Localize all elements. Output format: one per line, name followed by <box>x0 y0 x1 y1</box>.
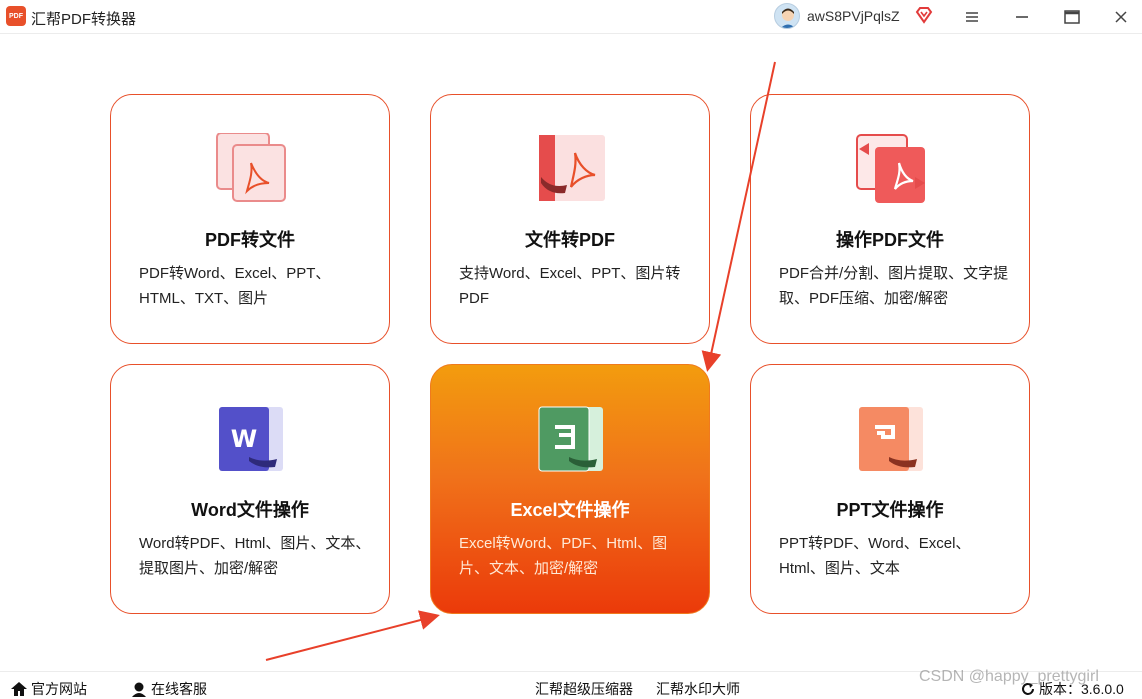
card-description: PDF合并/分割、图片提取、文字提取、PDF压缩、加密/解密 <box>779 265 1009 307</box>
online-service-label: 在线客服 <box>151 681 207 697</box>
pdf-icon <box>215 132 287 205</box>
card-file-to-pdf[interactable]: 文件转PDF 支持Word、Excel、PPT、图片转PDF <box>430 94 710 344</box>
card-title: 操作PDF文件 <box>836 230 944 250</box>
app-logo: PDF <box>6 6 26 26</box>
official-site-link[interactable]: 官方网站 <box>10 679 87 699</box>
card-description: PDF转Word、Excel、PPT、HTML、TXT、图片 <box>139 265 331 307</box>
card-title: PDF转文件 <box>205 230 295 250</box>
card-operate-pdf[interactable]: 操作PDF文件 PDF合并/分割、图片提取、文字提取、PDF压缩、加密/解密 <box>750 94 1030 344</box>
app-title: 汇帮PDF转换器 <box>31 11 137 28</box>
pdf-convert-icon <box>535 133 607 205</box>
card-title: PPT文件操作 <box>836 500 944 520</box>
maximize-icon[interactable] <box>1059 4 1085 30</box>
csdn-watermark: CSDN @happy_prettygirl <box>919 668 1099 685</box>
excel-icon <box>535 403 607 475</box>
card-title: Excel文件操作 <box>510 500 630 520</box>
official-site-label: 官方网站 <box>31 681 87 697</box>
card-description: PPT转PDF、Word、Excel、Html、图片、文本 <box>779 535 971 577</box>
online-service-link[interactable]: 在线客服 <box>130 679 207 699</box>
user-name[interactable]: awS8PVjPqlsZ <box>807 8 900 24</box>
card-description: 支持Word、Excel、PPT、图片转PDF <box>459 265 681 307</box>
card-title: Word文件操作 <box>191 500 309 520</box>
annotation-arrow-bottom <box>265 610 440 661</box>
ppt-icon <box>855 403 927 475</box>
card-excel-operate[interactable]: Excel文件操作 Excel转Word、PDF、Html、图片、文本、加密/解… <box>430 364 710 614</box>
card-ppt-operate[interactable]: PPT文件操作 PPT转PDF、Word、Excel、Html、图片、文本 <box>750 364 1030 614</box>
card-pdf-to-file[interactable]: PDF转文件 PDF转Word、Excel、PPT、HTML、TXT、图片 <box>110 94 390 344</box>
title-bar: PDF 汇帮PDF转换器 awS8PVjPqlsZ <box>0 0 1142 34</box>
svg-text:W: W <box>231 425 257 453</box>
watermark-master-label: 汇帮水印大师 <box>656 681 740 697</box>
word-icon: W <box>215 403 287 475</box>
headset-icon <box>132 682 146 697</box>
user-avatar[interactable] <box>774 3 800 29</box>
home-icon <box>11 682 27 696</box>
card-description: Word转PDF、Html、图片、文本、提取图片、加密/解密 <box>139 535 371 577</box>
pdf-operate-icon <box>855 133 927 205</box>
card-description: Excel转Word、PDF、Html、图片、文本、加密/解密 <box>459 535 668 577</box>
minimize-icon[interactable] <box>1009 4 1035 30</box>
compressor-link[interactable]: 汇帮超级压缩器 <box>535 679 633 699</box>
card-word-operate[interactable]: W Word文件操作 Word转PDF、Html、图片、文本、提取图片、加密/解… <box>110 364 390 614</box>
menu-icon[interactable] <box>959 4 985 30</box>
card-title: 文件转PDF <box>525 230 615 250</box>
watermark-master-link[interactable]: 汇帮水印大师 <box>656 679 740 699</box>
close-icon[interactable] <box>1108 4 1134 30</box>
vip-diamond-icon[interactable] <box>915 6 933 24</box>
compressor-label: 汇帮超级压缩器 <box>535 681 633 697</box>
